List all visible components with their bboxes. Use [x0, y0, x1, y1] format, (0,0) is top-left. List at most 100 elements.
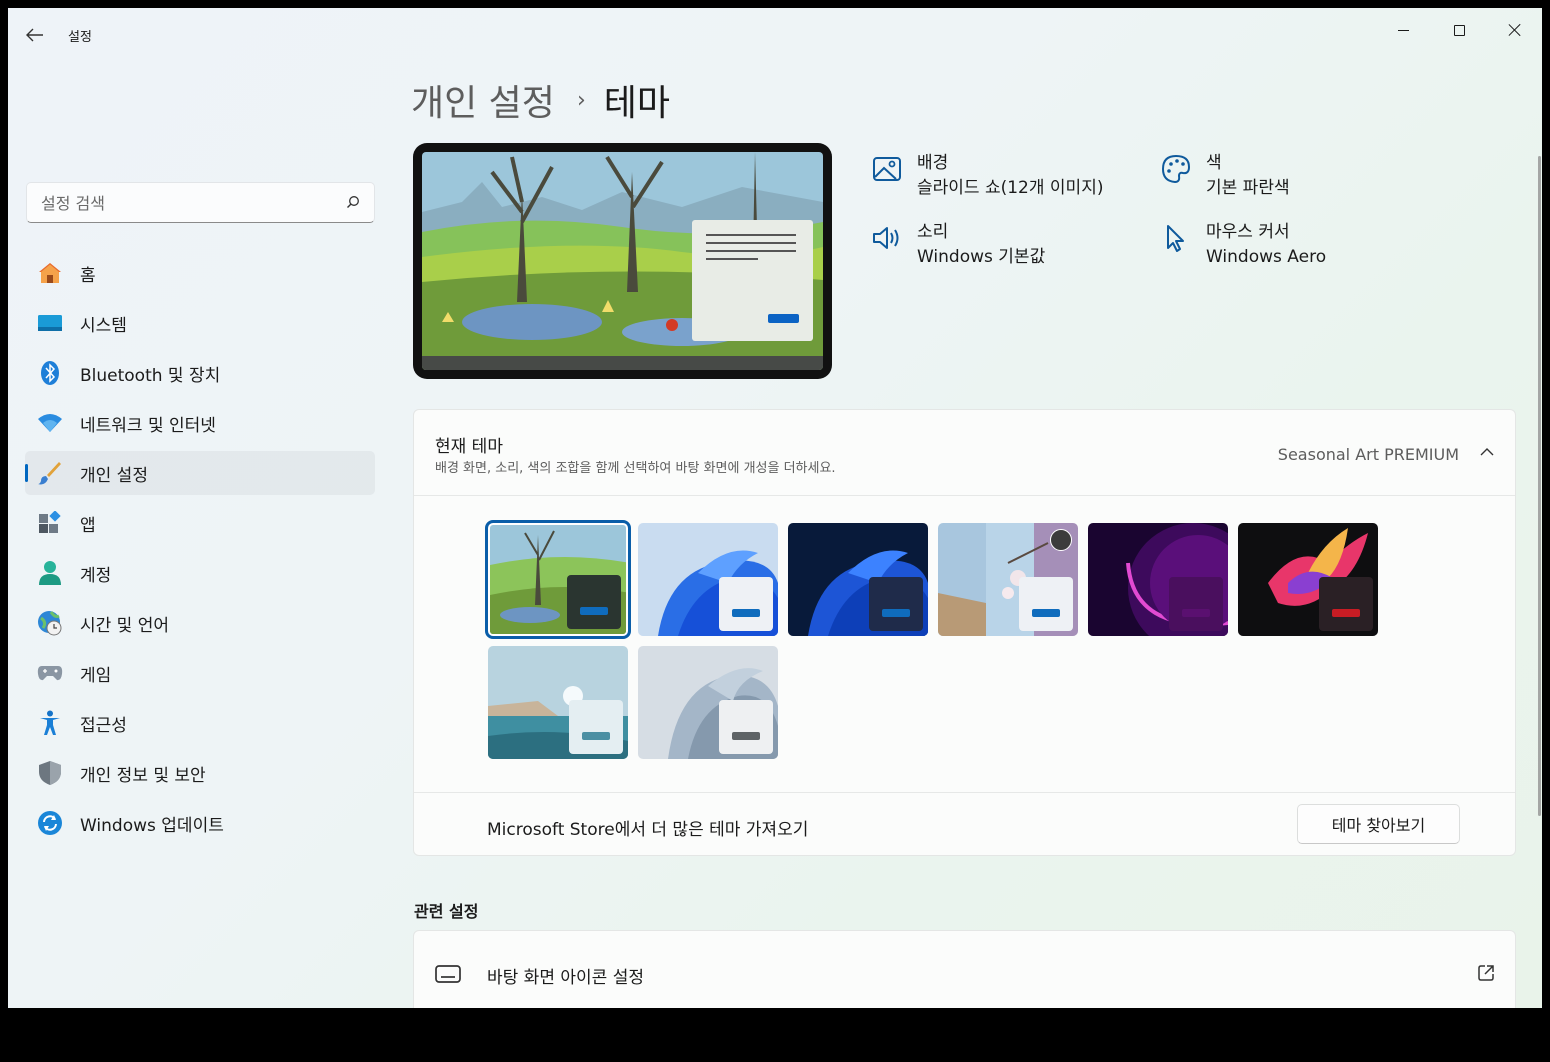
preview-window — [692, 220, 813, 341]
desktop-icon-settings-row[interactable]: 바탕 화면 아이콘 설정 — [413, 930, 1516, 1008]
sidebar-item-label: Bluetooth 및 장치 — [80, 365, 221, 386]
cursor-title: 마우스 커서 — [1206, 222, 1290, 242]
current-theme-card: 현재 테마 배경 화면, 소리, 색의 조합을 함께 선택하여 바탕 화면에 개… — [413, 409, 1516, 856]
system-icon — [37, 310, 63, 336]
theme-accent-swatch — [1182, 609, 1210, 617]
theme-window-preview — [869, 577, 923, 631]
desktop-icon-settings-label: 바탕 화면 아이콘 설정 — [487, 968, 644, 988]
color-property[interactable]: 색 기본 파란색 — [1160, 151, 1290, 201]
page-title: 테마 — [603, 83, 670, 124]
sidebar-item-accounts[interactable]: 계정 — [25, 551, 375, 595]
theme-accent-swatch — [580, 607, 608, 615]
sidebar-item-network[interactable]: 네트워크 및 인터넷 — [25, 401, 375, 445]
cursor-property[interactable]: 마우스 커서 Windows Aero — [1160, 220, 1326, 270]
sidebar-item-label: 계정 — [80, 565, 112, 586]
theme-window-preview — [719, 577, 773, 631]
update-icon — [37, 810, 63, 836]
minimize-button[interactable] — [1380, 14, 1426, 46]
shield-icon — [37, 760, 63, 786]
current-theme-title: 현재 테마 — [435, 437, 503, 457]
title-bar: 설정 — [8, 8, 1542, 60]
apps-icon — [37, 510, 63, 536]
theme-thumbnail-windows-spotlight[interactable] — [938, 523, 1078, 636]
store-text: Microsoft Store에서 더 많은 테마 가져오기 — [487, 820, 809, 840]
back-arrow-icon — [26, 28, 43, 42]
search-icon — [347, 196, 359, 208]
sidebar-item-label: 앱 — [80, 515, 96, 536]
minimize-icon — [1397, 29, 1409, 31]
speaker-icon — [873, 227, 899, 249]
color-title: 색 — [1206, 153, 1222, 173]
account-icon — [37, 560, 63, 586]
preview-line — [706, 242, 796, 244]
chevron-up-icon[interactable] — [1479, 446, 1495, 458]
external-link-icon — [1478, 965, 1494, 981]
background-property[interactable]: 배경 슬라이드 쇼(12개 이미지) — [871, 151, 1103, 201]
app-title: 설정 — [68, 30, 92, 45]
desktop-icon — [435, 965, 461, 983]
picture-icon — [873, 157, 901, 181]
theme-preview-image — [422, 152, 823, 370]
preview-button — [768, 314, 799, 323]
close-icon — [1508, 23, 1522, 37]
theme-thumbnail-seasonal-art[interactable] — [485, 520, 631, 639]
background-title: 배경 — [917, 153, 949, 173]
theme-accent-swatch — [1332, 609, 1360, 617]
brush-icon — [37, 460, 63, 486]
sidebar-item-apps[interactable]: 앱 — [25, 501, 375, 545]
theme-thumbnail-windows-dark[interactable] — [788, 523, 928, 636]
back-button[interactable] — [22, 24, 48, 46]
sidebar-item-gaming[interactable]: 게임 — [25, 651, 375, 695]
sidebar-item-personalization[interactable]: 개인 설정 — [25, 451, 375, 495]
settings-search[interactable] — [26, 182, 375, 223]
theme-preview — [413, 143, 832, 379]
sidebar-item-label: Windows 업데이트 — [80, 815, 224, 836]
sound-title: 소리 — [917, 222, 949, 242]
sidebar-item-label: 네트워크 및 인터넷 — [80, 415, 216, 436]
related-settings-title: 관련 설정 — [414, 902, 479, 921]
time-language-icon — [37, 610, 63, 636]
cursor-icon — [1167, 225, 1184, 252]
sidebar-item-bluetooth[interactable]: Bluetooth 및 장치 — [25, 351, 375, 395]
maximize-button[interactable] — [1436, 14, 1482, 46]
theme-accent-swatch — [882, 609, 910, 617]
theme-thumbnail-captured-motion[interactable] — [1238, 523, 1378, 636]
current-theme-header[interactable]: 현재 테마 배경 화면, 소리, 색의 조합을 함께 선택하여 바탕 화면에 개… — [414, 410, 1515, 496]
search-input[interactable] — [41, 191, 331, 215]
wifi-icon — [37, 410, 63, 436]
sidebar-item-accessibility[interactable]: 접근성 — [25, 701, 375, 745]
breadcrumb-parent[interactable]: 개인 설정 — [411, 74, 555, 126]
breadcrumb-separator: › — [576, 87, 586, 113]
home-icon — [37, 260, 63, 286]
sound-property[interactable]: 소리 Windows 기본값 — [871, 220, 1045, 270]
scrollbar[interactable] — [1538, 156, 1541, 816]
settings-window: 설정 홈 시스템 Bluetooth 및 장치 — [8, 8, 1542, 1008]
maximize-icon — [1453, 24, 1465, 36]
sidebar-item-label: 게임 — [80, 665, 112, 686]
sidebar-item-label: 개인 정보 및 보안 — [80, 765, 206, 786]
sidebar-item-privacy[interactable]: 개인 정보 및 보안 — [25, 751, 375, 795]
sidebar-item-label: 시스템 — [80, 315, 127, 336]
cursor-value: Windows Aero — [1206, 247, 1327, 267]
theme-window-preview — [1319, 577, 1373, 631]
sidebar-item-windows-update[interactable]: Windows 업데이트 — [25, 801, 375, 845]
theme-thumbnail-sunrise[interactable] — [488, 646, 628, 759]
theme-window-preview — [1019, 577, 1073, 631]
current-theme-description: 배경 화면, 소리, 색의 조합을 함께 선택하여 바탕 화면에 개성을 더하세… — [435, 461, 836, 476]
sidebar-item-time-language[interactable]: 시간 및 언어 — [25, 601, 375, 645]
theme-accent-swatch — [1032, 609, 1060, 617]
sidebar-nav: 홈 시스템 Bluetooth 및 장치 네트워크 및 인터넷 개인 설정 앱 … — [25, 251, 375, 851]
theme-window-preview — [1169, 577, 1223, 631]
close-button[interactable] — [1492, 14, 1538, 46]
theme-window-preview — [719, 700, 773, 754]
browse-themes-button[interactable]: 테마 찾아보기 — [1297, 804, 1460, 844]
theme-thumbnail-windows-light[interactable] — [638, 523, 778, 636]
preview-taskbar — [422, 356, 823, 370]
sidebar-item-system[interactable]: 시스템 — [25, 301, 375, 345]
preview-line — [706, 234, 796, 236]
sidebar-item-home[interactable]: 홈 — [25, 251, 375, 295]
sidebar-item-label: 접근성 — [80, 715, 127, 736]
theme-thumbnail-glow[interactable] — [1088, 523, 1228, 636]
theme-thumbnail-flow[interactable] — [638, 646, 778, 759]
color-value: 기본 파란색 — [1206, 178, 1290, 198]
